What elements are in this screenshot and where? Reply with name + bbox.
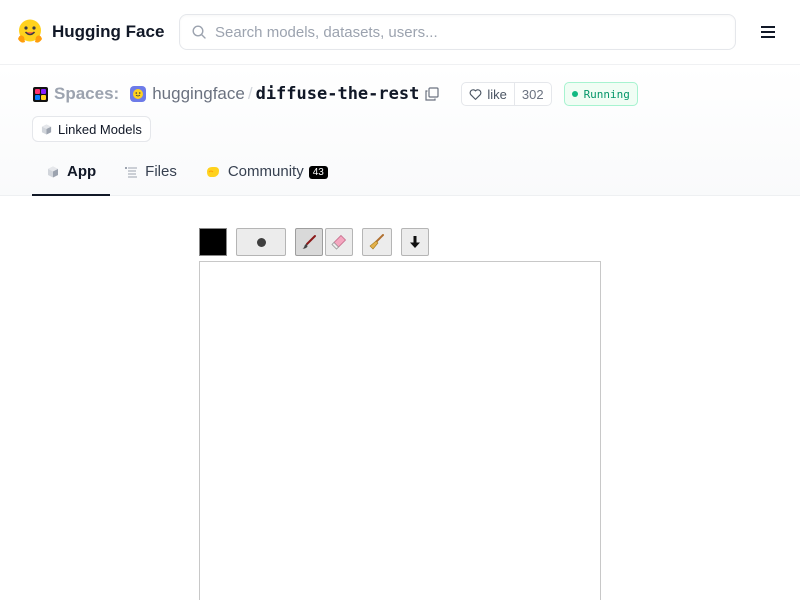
owner-avatar-icon	[133, 89, 144, 99]
tab-files[interactable]: Files	[110, 155, 191, 196]
tab-community[interactable]: Community 43	[191, 155, 342, 196]
spaces-icon	[33, 86, 48, 102]
status-text: Running	[583, 87, 630, 101]
search-input[interactable]	[215, 23, 715, 41]
eraser-tool-button[interactable]	[325, 228, 353, 256]
files-icon	[125, 167, 138, 178]
space-header: Spaces: huggingface / diffuse-the-rest l…	[0, 65, 800, 196]
community-icon	[206, 167, 219, 177]
tab-app-label: App	[67, 163, 97, 180]
heart-icon	[469, 88, 482, 100]
pen-tool-button[interactable]	[295, 228, 323, 256]
status-dot-icon	[571, 91, 578, 97]
linked-models-label: Linked Models	[58, 121, 142, 137]
tab-community-label: Community	[227, 163, 304, 180]
hamburger-menu-icon[interactable]	[756, 22, 780, 42]
brand[interactable]: Hugging Face	[16, 17, 164, 47]
down-arrow-icon	[410, 236, 420, 248]
tab-app[interactable]: App	[32, 155, 111, 196]
color-swatch[interactable]	[199, 228, 227, 256]
cube-icon	[48, 166, 58, 178]
like-count[interactable]: 302	[513, 83, 551, 105]
brand-name: Hugging Face	[52, 22, 165, 41]
cube-icon	[41, 123, 52, 135]
spaces-label[interactable]: Spaces:	[54, 84, 119, 104]
path-separator: /	[247, 84, 253, 103]
brush-size-button[interactable]	[236, 228, 286, 256]
paintbrush-icon	[302, 235, 316, 249]
linked-models-button[interactable]: Linked Models	[32, 116, 151, 142]
download-tool-button[interactable]	[401, 228, 429, 256]
search-icon	[192, 25, 206, 39]
owner-link[interactable]: huggingface	[152, 84, 245, 104]
tab-files-label: Files	[145, 163, 177, 180]
status-badge[interactable]: Running	[563, 82, 638, 106]
top-navbar: Hugging Face	[0, 0, 800, 65]
owner-avatar[interactable]	[130, 86, 147, 102]
eraser-icon	[331, 234, 347, 250]
drawing-canvas[interactable]	[199, 261, 601, 600]
repo-title-line: Spaces: huggingface / diffuse-the-rest l…	[33, 82, 638, 106]
repo-name[interactable]: diffuse-the-rest	[256, 84, 420, 104]
community-count-badge: 43	[308, 166, 328, 179]
space-tabs: App Files Community 43	[32, 155, 342, 196]
broom-icon	[369, 234, 384, 250]
clear-tool-button[interactable]	[362, 228, 392, 256]
dot-icon	[256, 237, 266, 247]
like-widget: like 302	[461, 82, 552, 106]
search-box[interactable]	[179, 14, 736, 50]
like-button[interactable]: like	[462, 83, 514, 105]
copy-icon[interactable]	[425, 87, 439, 101]
hugging-face-logo-icon	[18, 19, 42, 43]
like-label: like	[487, 86, 507, 102]
